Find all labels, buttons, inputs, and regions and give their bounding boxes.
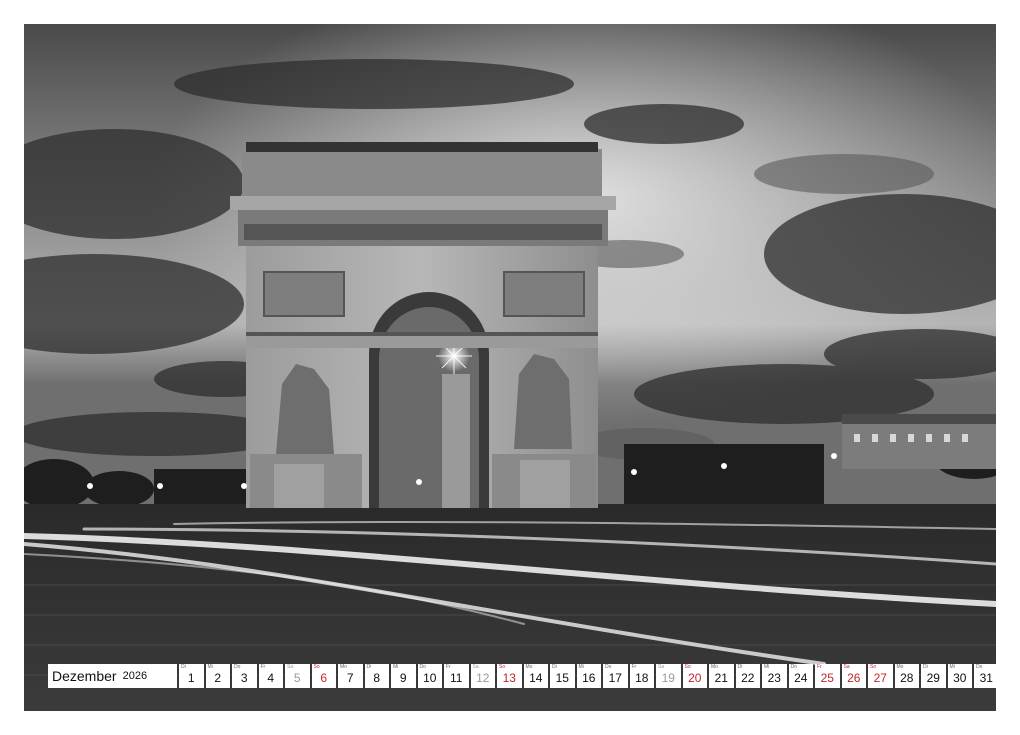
weekday-label: Mo bbox=[525, 664, 533, 670]
weekday-label: Fr bbox=[817, 664, 822, 670]
day-number: 16 bbox=[582, 671, 596, 685]
calendar-day: Mi 30 bbox=[947, 664, 972, 688]
weekday-label: Di bbox=[366, 664, 372, 670]
weekday-label: Do bbox=[976, 664, 983, 670]
calendar-day: Do 17 bbox=[603, 664, 628, 688]
day-number: 27 bbox=[873, 671, 887, 685]
calendar-day: Do 3 bbox=[232, 664, 257, 688]
day-number: 26 bbox=[847, 671, 861, 685]
day-number: 3 bbox=[240, 671, 248, 685]
calendar-day: Do 10 bbox=[417, 664, 442, 688]
weekday-label: Do bbox=[234, 664, 241, 670]
calendar-day: Do 24 bbox=[788, 664, 813, 688]
year: 2026 bbox=[122, 670, 148, 682]
day-number: 1 bbox=[187, 671, 195, 685]
calendar-day: Mo 21 bbox=[709, 664, 734, 688]
calendar-day: So 13 bbox=[497, 664, 522, 688]
calendar-day: Di 15 bbox=[550, 664, 575, 688]
calendar-day: Di 8 bbox=[364, 664, 389, 688]
day-number: 30 bbox=[953, 671, 967, 685]
day-number: 11 bbox=[450, 671, 463, 685]
weekday-label: So bbox=[313, 664, 320, 670]
calendar-day: Sa 5 bbox=[285, 664, 310, 688]
day-number: 18 bbox=[635, 671, 649, 685]
calendar-day: So 27 bbox=[868, 664, 893, 688]
calendar-day: Mi 9 bbox=[391, 664, 416, 688]
weekday-label: Fr bbox=[260, 664, 266, 670]
weekday-label: Sa bbox=[658, 664, 665, 670]
calendar-day: Sa 12 bbox=[470, 664, 495, 688]
weekday-label: Mi bbox=[578, 664, 584, 670]
day-number: 31 bbox=[979, 671, 993, 685]
calendar-day: Di 1 bbox=[179, 664, 204, 688]
month-name: Dezember bbox=[52, 668, 117, 684]
day-number: 15 bbox=[555, 671, 569, 685]
weekday-label: Do bbox=[605, 664, 612, 670]
weekday-label: So bbox=[499, 664, 506, 670]
weekday-label: Mi bbox=[949, 664, 955, 670]
day-number: 17 bbox=[608, 671, 622, 685]
day-number: 7 bbox=[346, 671, 354, 685]
day-number: 28 bbox=[900, 671, 914, 685]
day-number: 20 bbox=[688, 671, 702, 685]
calendar-day: Di 22 bbox=[735, 664, 760, 688]
weekday-label: Fr bbox=[446, 664, 451, 670]
arc-de-triomphe-photo bbox=[24, 24, 996, 711]
calendar-day: Sa 26 bbox=[841, 664, 866, 688]
day-number: 8 bbox=[373, 671, 381, 685]
day-number: 23 bbox=[767, 671, 781, 685]
calendar-day: Fr 4 bbox=[258, 664, 283, 688]
calendar-day: Fr 11 bbox=[444, 664, 469, 688]
weekday-label: So bbox=[684, 664, 691, 670]
day-number: 24 bbox=[794, 671, 808, 685]
day-number: 12 bbox=[476, 671, 490, 685]
calendar-day: Mi 2 bbox=[205, 664, 230, 688]
calendar-day: Mo 14 bbox=[523, 664, 548, 688]
weekday-label: Di bbox=[181, 664, 186, 670]
calendar-day: Fr 25 bbox=[815, 664, 840, 688]
calendar-day: Fr 18 bbox=[629, 664, 654, 688]
weekday-label: Di bbox=[923, 664, 928, 670]
weekday-label: Do bbox=[419, 664, 426, 670]
weekday-label: Do bbox=[790, 664, 797, 670]
calendar-day: Mi 16 bbox=[576, 664, 601, 688]
day-number: 22 bbox=[741, 671, 755, 685]
weekday-label: Mo bbox=[711, 664, 718, 670]
day-number: 14 bbox=[529, 671, 543, 685]
calendar-day: So 20 bbox=[682, 664, 707, 688]
day-number: 21 bbox=[714, 671, 728, 685]
weekday-label: Mo bbox=[896, 664, 904, 670]
day-number: 2 bbox=[214, 671, 222, 685]
day-number: 29 bbox=[926, 671, 940, 685]
day-number: 13 bbox=[502, 671, 516, 685]
weekday-label: Mi bbox=[207, 664, 213, 670]
weekday-label: So bbox=[870, 664, 877, 670]
day-number: 10 bbox=[423, 671, 437, 685]
calendar-day: Di 29 bbox=[921, 664, 946, 688]
month-label: Dezember 2026 bbox=[48, 664, 177, 688]
weekday-label: Mi bbox=[393, 664, 399, 670]
weekday-label: Di bbox=[552, 664, 557, 670]
weekday-label: Di bbox=[737, 664, 743, 670]
calendar-day: Do 31 bbox=[974, 664, 999, 688]
day-number: 6 bbox=[320, 671, 328, 685]
day-number: 5 bbox=[293, 671, 301, 685]
weekday-label: Sa bbox=[287, 664, 294, 670]
calendar-day: So 6 bbox=[311, 664, 336, 688]
calendar-day: Mi 23 bbox=[762, 664, 787, 688]
weekday-label: Mi bbox=[764, 664, 770, 670]
calendar-strip: Dezember 2026 Di 1 Mi 2 Do 3 Fr 4 Sa 5 So 6 Mo 7 Di 8 Mi… bbox=[48, 664, 999, 688]
weekday-label: Mo bbox=[340, 664, 347, 670]
weekday-label: Sa bbox=[843, 664, 850, 670]
weekday-label: Fr bbox=[631, 664, 637, 670]
calendar-day: Mo 7 bbox=[338, 664, 363, 688]
calendar-day: Mo 28 bbox=[894, 664, 919, 688]
weekday-label: Sa bbox=[472, 664, 479, 670]
day-number: 19 bbox=[661, 671, 675, 685]
calendar-day: Sa 19 bbox=[656, 664, 681, 688]
day-number: 25 bbox=[820, 671, 834, 685]
day-number: 4 bbox=[267, 671, 275, 685]
day-number: 9 bbox=[399, 671, 407, 685]
